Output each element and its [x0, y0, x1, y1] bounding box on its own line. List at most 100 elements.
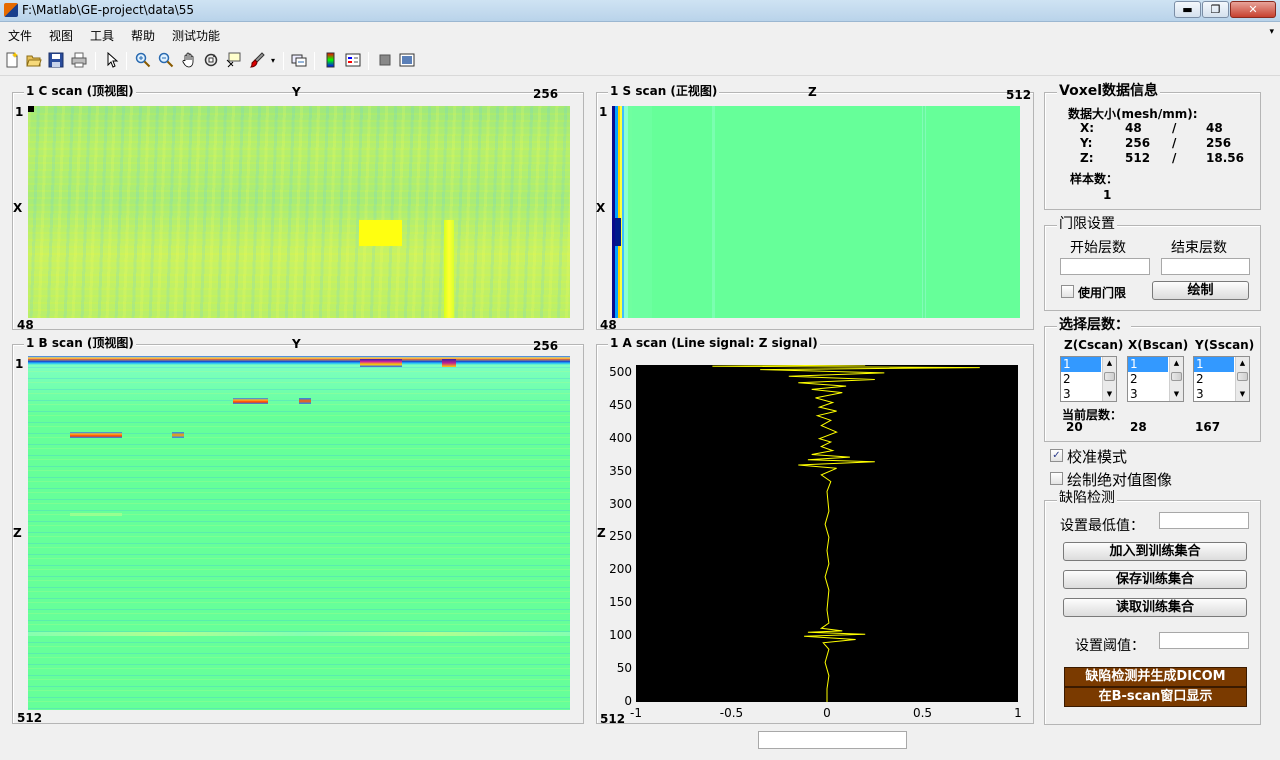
ascan-y-tick-label: 400: [609, 430, 632, 445]
data-cursor-icon[interactable]: [225, 51, 243, 69]
bscan-y-max-label: 512: [17, 711, 43, 725]
voxel-size-label: 数据大小(mesh/mm):: [1068, 107, 1198, 121]
show-plot-tools-icon[interactable]: [398, 51, 416, 69]
scroll-down-icon[interactable]: ▼: [1236, 388, 1249, 400]
sscan-y-axis-label: X: [596, 201, 606, 215]
threshold-label: 设置阈值：: [1075, 638, 1145, 654]
pan-hand-icon[interactable]: [180, 51, 198, 69]
new-file-icon[interactable]: [3, 51, 21, 69]
toolbar-separator: [314, 52, 315, 70]
ascan-y-tick-label: 450: [609, 397, 632, 412]
show-in-bscan-button[interactable]: 在B-scan窗口显示: [1064, 687, 1247, 707]
bscan-image[interactable]: [28, 356, 570, 710]
menu-tools[interactable]: 工具: [90, 27, 114, 44]
colorbar-icon[interactable]: [322, 51, 340, 69]
voxel-sep-value: /: [1172, 136, 1177, 150]
bscan-back-wall-echo: [28, 632, 570, 636]
add-to-training-set-button[interactable]: 加入到训练集合: [1063, 542, 1247, 561]
rotate-3d-icon[interactable]: [202, 51, 220, 69]
zcscan-listbox[interactable]: 1 2 3 ▲ ▼: [1060, 356, 1117, 402]
scroll-up-icon[interactable]: ▲: [1170, 357, 1183, 369]
scroll-thumb[interactable]: [1104, 372, 1115, 381]
cscan-image[interactable]: [28, 106, 570, 318]
cscan-x-max-label: 256: [533, 87, 559, 101]
menu-test-functions[interactable]: 测试功能: [172, 27, 220, 44]
gate-start-input[interactable]: [1060, 258, 1150, 275]
print-icon[interactable]: [70, 51, 88, 69]
threshold-input[interactable]: [1159, 632, 1249, 649]
cscan-y-axis-label: X: [13, 201, 23, 215]
ascan-y-tick-label: 300: [609, 496, 632, 511]
status-field[interactable]: [758, 731, 907, 749]
ascan-signal-line: [712, 365, 980, 702]
menu-help[interactable]: 帮助: [131, 27, 155, 44]
abs-image-checkbox[interactable]: [1050, 472, 1063, 485]
menubar-expand-icon[interactable]: ▾: [1269, 27, 1274, 37]
xbscan-listbox[interactable]: 1 2 3 ▲ ▼: [1127, 356, 1184, 402]
xbscan-header: X(Bscan): [1128, 338, 1189, 352]
bscan-x-axis-label: Y: [292, 337, 301, 351]
sscan-y-min-label: 1: [599, 105, 608, 119]
sscan-y-max-label: 48: [600, 318, 617, 332]
ysscan-option[interactable]: 1: [1194, 357, 1234, 372]
link-plot-icon[interactable]: [290, 51, 308, 69]
save-icon[interactable]: [47, 51, 65, 69]
ysscan-current-value: 167: [1195, 420, 1221, 434]
ascan-y-tick-label: 150: [609, 595, 632, 610]
open-folder-icon[interactable]: [25, 51, 43, 69]
voxel-mesh-value: 512: [1125, 151, 1151, 165]
brush-dropdown-icon[interactable]: ▾: [268, 51, 278, 69]
voxel-mesh-value: 256: [1125, 136, 1151, 150]
save-training-set-button[interactable]: 保存训练集合: [1063, 570, 1247, 589]
ascan-x-tick-label: 0.5: [912, 706, 933, 720]
gate-end-input[interactable]: [1161, 258, 1250, 275]
xbscan-scrollbar[interactable]: ▲ ▼: [1169, 357, 1183, 401]
sample-count-label: 样本数：: [1070, 172, 1119, 186]
cscan-cursor-marker: [28, 106, 34, 112]
maximize-button[interactable]: ❐: [1202, 1, 1229, 18]
scroll-up-icon[interactable]: ▲: [1236, 357, 1249, 369]
menu-file[interactable]: 文件: [8, 27, 32, 44]
ascan-x-tick-label: 1: [1014, 706, 1022, 720]
voxel-info-title: Voxel数据信息: [1057, 83, 1161, 99]
select-arrow-icon[interactable]: [103, 51, 121, 69]
menu-view[interactable]: 视图: [49, 27, 73, 44]
ascan-y-tick-label: 350: [609, 463, 632, 478]
scroll-up-icon[interactable]: ▲: [1103, 357, 1116, 369]
ysscan-listbox[interactable]: 1 2 3 ▲ ▼: [1193, 356, 1250, 402]
calibration-mode-checkbox[interactable]: ✓: [1050, 449, 1063, 462]
minimize-button[interactable]: ▬: [1174, 1, 1201, 18]
load-training-set-button[interactable]: 读取训练集合: [1063, 598, 1247, 617]
ascan-chart: [712, 365, 980, 702]
scroll-thumb[interactable]: [1237, 372, 1248, 381]
voxel-mesh-value: 48: [1125, 121, 1142, 135]
scroll-thumb[interactable]: [1171, 372, 1182, 381]
xbscan-option[interactable]: 1: [1128, 357, 1168, 372]
sscan-image[interactable]: [612, 106, 1020, 318]
bscan-reflection: [299, 398, 311, 404]
zoom-in-icon[interactable]: [134, 51, 152, 69]
legend-icon[interactable]: [344, 51, 362, 69]
zcscan-header: Z(Cscan): [1064, 338, 1124, 352]
sscan-defect-mark: [615, 218, 621, 246]
zoom-out-icon[interactable]: [157, 51, 175, 69]
cscan-defect-band: [444, 220, 454, 318]
scroll-down-icon[interactable]: ▼: [1170, 388, 1183, 400]
brush-icon[interactable]: [248, 51, 266, 69]
menu-bar: 文件 视图 工具 帮助 测试功能 ▾: [0, 23, 1280, 45]
scroll-down-icon[interactable]: ▼: [1103, 388, 1116, 400]
ascan-x-tick-label: -0.5: [719, 706, 744, 720]
ysscan-scrollbar[interactable]: ▲ ▼: [1235, 357, 1249, 401]
voxel-sep-value: /: [1172, 121, 1177, 135]
use-gate-checkbox[interactable]: [1061, 285, 1074, 298]
zcscan-option[interactable]: 1: [1061, 357, 1101, 372]
draw-button[interactable]: 绘制: [1152, 281, 1249, 300]
min-value-input[interactable]: [1159, 512, 1249, 529]
hide-plot-tools-icon[interactable]: [376, 51, 394, 69]
ascan-y-tick-label: 50: [616, 661, 632, 676]
zcscan-scrollbar[interactable]: ▲ ▼: [1102, 357, 1116, 401]
detect-and-generate-dicom-button[interactable]: 缺陷检测并生成DICOM: [1064, 667, 1247, 687]
close-button[interactable]: ✕: [1230, 1, 1276, 18]
ascan-x-tick-label: 0: [823, 706, 831, 720]
ascan-plot-area[interactable]: [636, 365, 1018, 702]
